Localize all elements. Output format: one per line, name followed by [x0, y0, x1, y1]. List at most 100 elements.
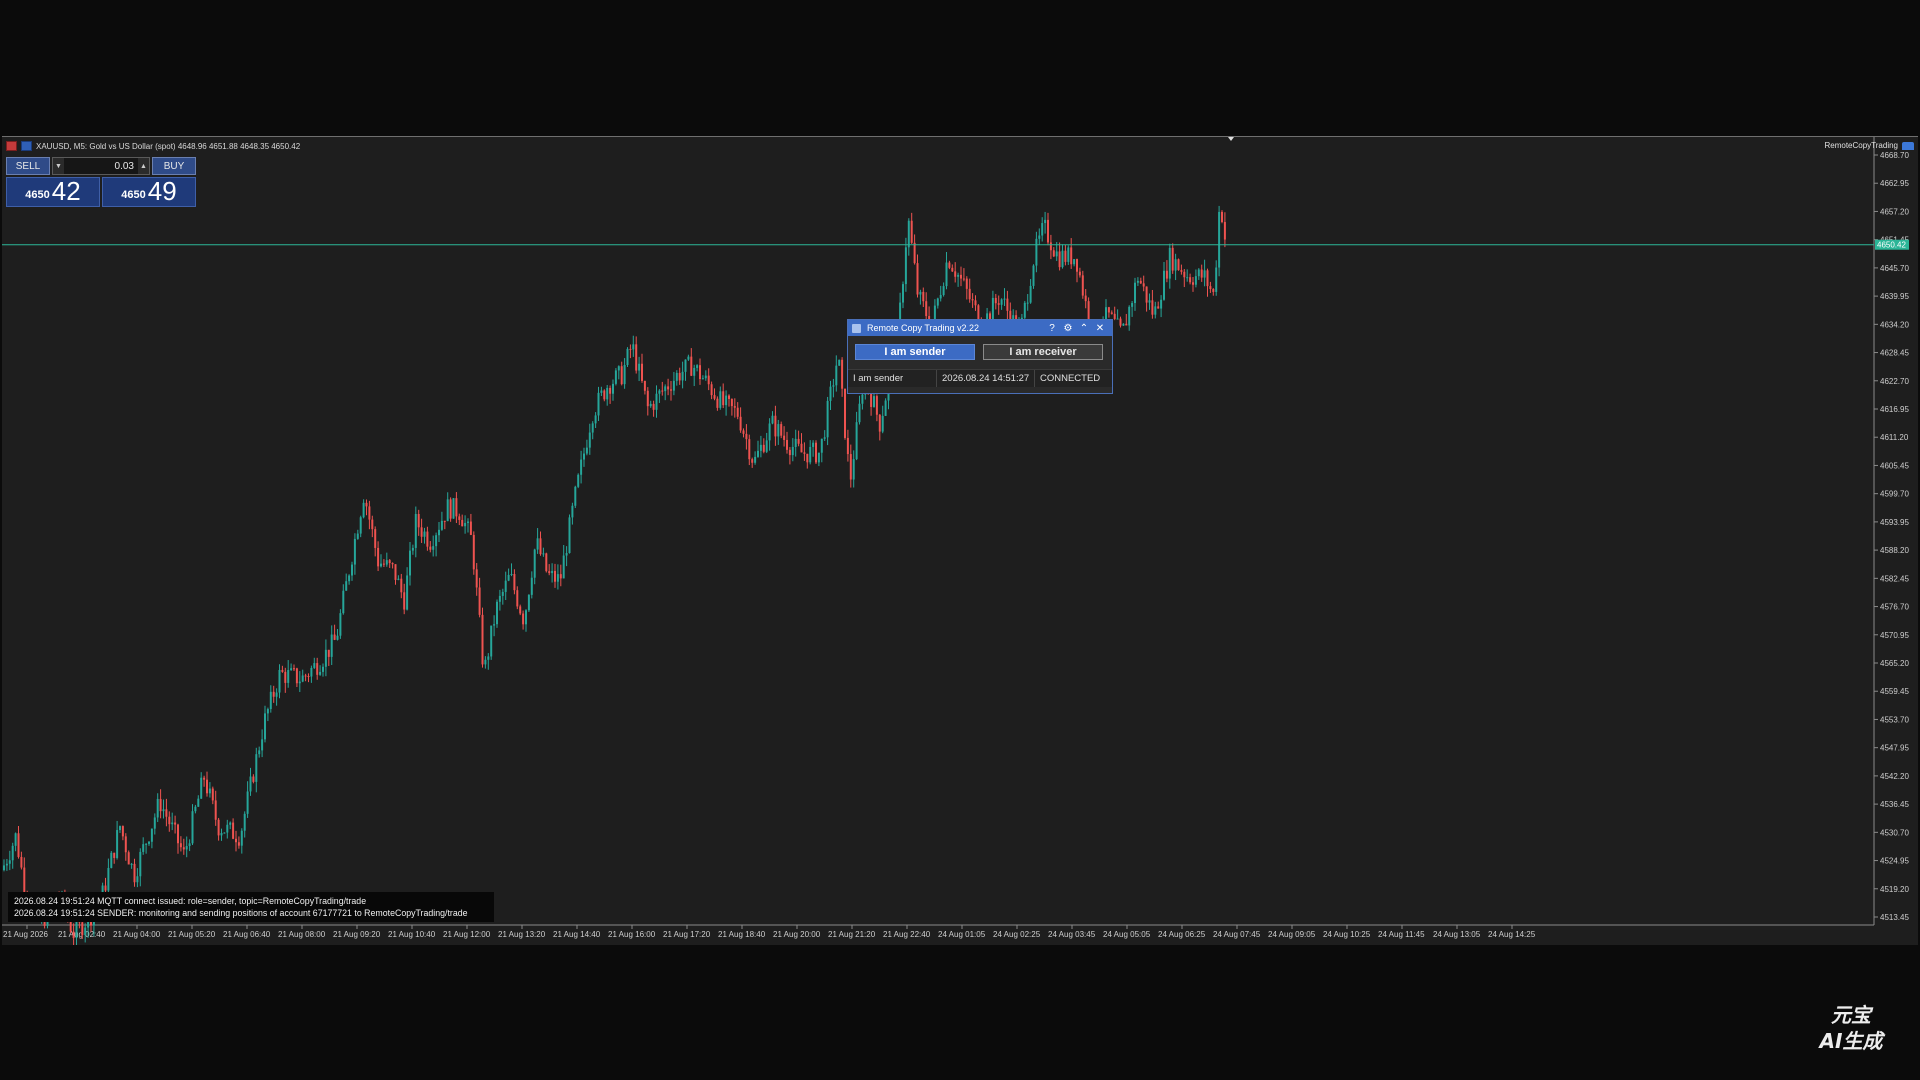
- candle-body: [351, 564, 353, 576]
- ask-price-button[interactable]: 4650 49: [102, 177, 196, 207]
- candle-body: [113, 852, 116, 858]
- candle-body: [806, 453, 809, 463]
- dialog-title-bar[interactable]: Remote Copy Trading v2.22 ? ⚙ ⌃ ✕: [848, 320, 1112, 336]
- sell-button[interactable]: SELL: [6, 157, 50, 175]
- candle-body: [150, 828, 153, 842]
- candle-body: [1163, 270, 1165, 300]
- settings-gear-icon[interactable]: ⚙: [1060, 323, 1076, 334]
- y-tick-label: 4599.70: [1880, 490, 1909, 499]
- candle-body: [1151, 300, 1154, 315]
- candle-body: [17, 833, 20, 857]
- expert-advisor-label[interactable]: RemoteCopyTrading: [1824, 141, 1914, 150]
- watermark-line2: AI生成: [1818, 1029, 1886, 1052]
- candle-body: [728, 395, 730, 399]
- status-state: CONNECTED: [1040, 373, 1101, 384]
- candle-body: [583, 453, 585, 460]
- candle-body: [1131, 303, 1134, 307]
- help-icon[interactable]: ?: [1044, 323, 1060, 334]
- candle-body: [165, 809, 168, 817]
- candle-body: [965, 278, 968, 289]
- candle-body: [281, 669, 284, 672]
- bid-price-button[interactable]: 4650 42: [6, 177, 100, 207]
- lot-increase-icon[interactable]: ▲: [138, 158, 149, 174]
- minimize-chevron-up-icon[interactable]: ⌃: [1076, 323, 1092, 334]
- x-tick-label: 21 Aug 13:20: [498, 930, 546, 939]
- candle-body: [243, 813, 246, 831]
- candle-body: [72, 931, 75, 939]
- candle-body: [1026, 302, 1029, 304]
- y-tick-label: 4570.95: [1880, 631, 1909, 640]
- candle-body: [962, 278, 965, 280]
- candle-body: [208, 788, 211, 794]
- candle-body: [1139, 280, 1142, 284]
- candle-body: [278, 669, 281, 693]
- x-tick-label: 21 Aug 08:00: [278, 930, 326, 939]
- candle-body: [429, 546, 432, 550]
- candle-body: [748, 439, 751, 460]
- candle-body: [696, 365, 699, 368]
- candle-body: [397, 578, 400, 580]
- candle-body: [110, 852, 113, 868]
- candle-body: [81, 922, 84, 936]
- candle-body: [826, 400, 829, 438]
- candle-body: [690, 356, 693, 376]
- candle-body: [362, 502, 365, 518]
- candle-body: [954, 271, 957, 277]
- candle-body: [356, 533, 359, 539]
- candle-body: [240, 830, 243, 846]
- buy-button[interactable]: BUY: [152, 157, 196, 175]
- ea-hat-icon[interactable]: [1902, 141, 1914, 150]
- candle-body: [623, 364, 626, 385]
- candle-body: [1200, 269, 1203, 278]
- candle-body: [1049, 242, 1052, 251]
- candle-body: [327, 649, 330, 657]
- candle-body: [136, 876, 139, 883]
- candle-body: [206, 779, 208, 794]
- candle-body: [939, 295, 942, 299]
- candle-body: [852, 459, 855, 480]
- candle-body: [353, 538, 356, 565]
- chart-menu-icon[interactable]: [6, 141, 17, 151]
- candle-body: [873, 396, 875, 407]
- candle-body: [382, 563, 385, 565]
- candle-body: [104, 885, 107, 891]
- close-icon[interactable]: ✕: [1092, 323, 1108, 334]
- receiver-button[interactable]: I am receiver: [983, 344, 1103, 360]
- candle-body: [765, 440, 768, 452]
- candle-body: [339, 613, 342, 636]
- candle-body: [1070, 247, 1073, 265]
- candle-body: [545, 553, 548, 572]
- candle-body: [951, 267, 954, 272]
- chart-shift-marker-icon[interactable]: [1228, 137, 1234, 141]
- sender-button[interactable]: I am sender: [855, 344, 975, 360]
- chart-type-icon[interactable]: [21, 141, 32, 151]
- y-tick-label: 4530.70: [1880, 828, 1909, 837]
- lot-size-group: ▼ ▲: [52, 157, 150, 175]
- candle-body: [264, 713, 266, 740]
- candle-body: [942, 286, 945, 296]
- chart-window[interactable]: 4668.704662.954657.204651.454645.704639.…: [2, 136, 1918, 945]
- candle-body: [527, 594, 530, 611]
- x-tick-label: 21 Aug 2026: [3, 930, 48, 939]
- y-tick-label: 4622.70: [1880, 377, 1909, 386]
- watermark-logo: 元宝 AI生成: [1818, 1003, 1886, 1052]
- candle-body: [20, 856, 23, 868]
- candle-body: [498, 595, 501, 602]
- candle-body: [710, 384, 713, 396]
- lot-size-input[interactable]: [64, 158, 138, 174]
- candle-body: [974, 300, 977, 306]
- candle-body: [226, 824, 229, 833]
- price-chart[interactable]: 4668.704662.954657.204651.454645.704639.…: [2, 137, 1918, 945]
- lot-decrease-icon[interactable]: ▼: [53, 158, 64, 174]
- log-line: 2026.08.24 19:51:24 MQTT connect issued:…: [14, 896, 367, 906]
- candle-body: [829, 386, 832, 401]
- candle-body: [446, 499, 449, 522]
- candle-body: [1078, 271, 1081, 276]
- candle-body: [1064, 250, 1067, 262]
- candle-body: [1134, 282, 1136, 304]
- candle-body: [878, 414, 881, 432]
- candle-body: [591, 423, 594, 433]
- candle-body: [449, 499, 452, 519]
- y-tick-label: 4565.20: [1880, 659, 1909, 668]
- candle-body: [1197, 269, 1200, 277]
